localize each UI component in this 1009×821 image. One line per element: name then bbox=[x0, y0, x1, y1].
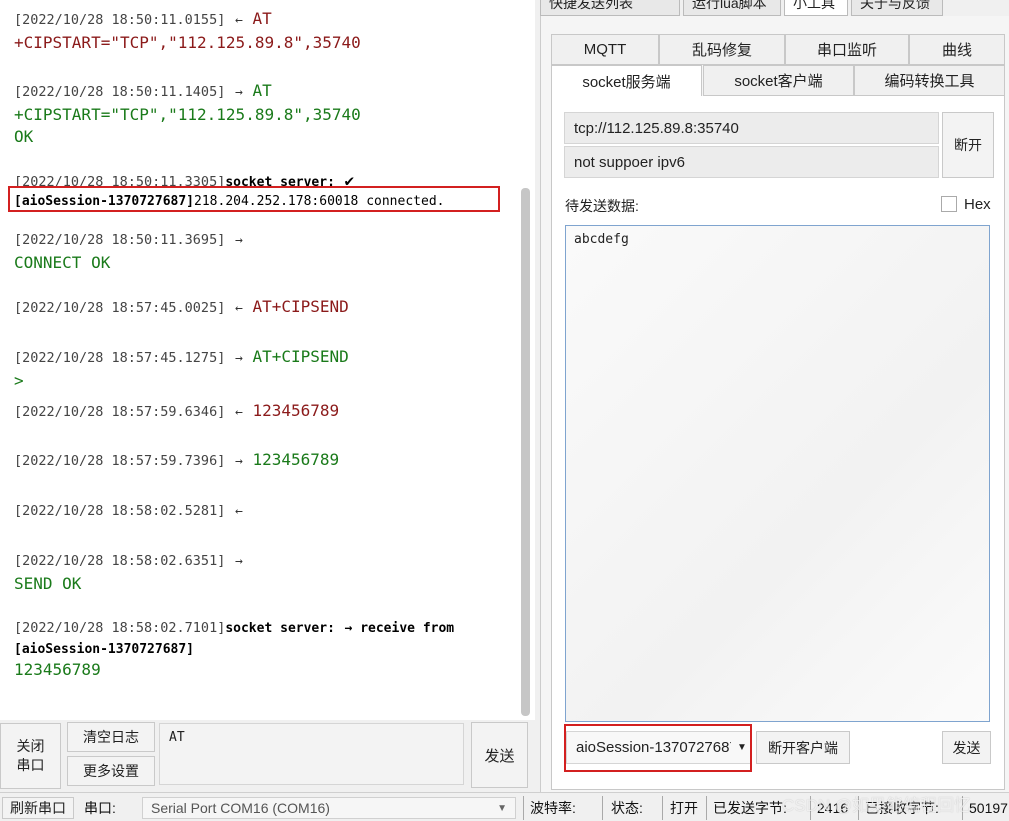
log-timestamp: [2022/10/28 18:58:02.5281] bbox=[14, 503, 226, 519]
close-port-button[interactable]: 关闭 串口 bbox=[0, 723, 61, 789]
state-value: 打开 bbox=[670, 800, 698, 816]
log-timestamp: [2022/10/28 18:50:11.3695] bbox=[14, 232, 226, 248]
log-entry: [2022/10/28 18:58:02.7101]socket server:… bbox=[14, 617, 454, 681]
direction-icon: → bbox=[234, 85, 243, 100]
direction-icon: → bbox=[234, 454, 243, 469]
divider bbox=[706, 796, 707, 820]
watermark: CSDN @如果能编程回忆 bbox=[782, 796, 972, 815]
server-send-button[interactable]: 发送 bbox=[942, 731, 991, 764]
port-select-value: Serial Port COM16 (COM16) bbox=[151, 800, 330, 816]
log-timestamp: [2022/10/28 18:57:59.7396] bbox=[14, 453, 226, 469]
direction-icon: ← bbox=[234, 13, 243, 28]
server-address-field[interactable]: tcp://112.125.89.8:35740 bbox=[564, 112, 939, 144]
log-text: AT+CIPSEND bbox=[252, 297, 349, 316]
log-timestamp: [2022/10/28 18:57:59.6346] bbox=[14, 404, 226, 420]
log-text: AT bbox=[252, 81, 272, 100]
log-entry: [2022/10/28 18:57:45.0025] ← AT+CIPSEND bbox=[14, 296, 349, 320]
direction-icon: → bbox=[234, 351, 243, 366]
session-id: [aioSession-1370727687] bbox=[14, 642, 195, 657]
divider bbox=[523, 796, 524, 820]
refresh-port-button[interactable]: 刷新串口 bbox=[2, 797, 74, 819]
send-button[interactable]: 发送 bbox=[471, 722, 528, 788]
log-timestamp: [2022/10/28 18:57:45.1275] bbox=[14, 350, 226, 366]
receive-text: → receive from bbox=[344, 621, 455, 636]
more-settings-button[interactable]: 更多设置 bbox=[67, 756, 155, 786]
tab-tools[interactable]: 小工具 bbox=[784, 0, 848, 16]
divider bbox=[662, 796, 663, 820]
log-timestamp: [2022/10/28 18:58:02.6351] bbox=[14, 553, 226, 569]
tab-label: 小工具 bbox=[793, 0, 835, 11]
log-entry: [2022/10/28 18:57:59.6346] ← 123456789 bbox=[14, 400, 339, 424]
send-data-label: 待发送数据: bbox=[565, 198, 639, 214]
state-label: 状态: bbox=[611, 800, 643, 816]
log-text: SEND OK bbox=[14, 574, 82, 593]
log-entry: [2022/10/28 18:50:11.0155] ← AT +CIPSTAR… bbox=[14, 8, 361, 54]
log-entry: [2022/10/28 18:50:11.3695] → CONNECT OK bbox=[14, 228, 243, 274]
tab-mqtt[interactable]: MQTT bbox=[551, 34, 659, 65]
disconnect-button[interactable]: 断开 bbox=[942, 112, 994, 178]
log-text: AT bbox=[252, 9, 272, 28]
log-timestamp: [2022/10/28 18:57:45.0025] bbox=[14, 300, 226, 316]
port-label: 串口: bbox=[84, 800, 116, 816]
log-text: > bbox=[14, 371, 24, 390]
tab-quick-send[interactable]: 快捷发送列表 bbox=[540, 0, 680, 16]
hex-label: Hex bbox=[964, 196, 991, 213]
status-bar: 刷新串口 串口: Serial Port COM16 (COM16) ▼ 波特率… bbox=[0, 792, 1009, 821]
clear-log-button[interactable]: 清空日志 bbox=[67, 722, 155, 752]
log-text: +CIPSTART="TCP","112.125.89.8",35740 bbox=[14, 105, 361, 124]
tab-encoding-tool[interactable]: 编码转换工具 bbox=[854, 65, 1005, 96]
baud-label: 波特率: bbox=[530, 800, 576, 816]
tab-label: 快捷发送列表 bbox=[549, 0, 633, 11]
highlight-box bbox=[8, 186, 500, 212]
log-timestamp: [2022/10/28 18:50:11.0155] bbox=[14, 12, 226, 28]
direction-icon: → bbox=[234, 233, 243, 248]
port-select[interactable]: Serial Port COM16 (COM16) ▼ bbox=[142, 797, 516, 819]
hex-checkbox[interactable] bbox=[941, 196, 957, 212]
direction-icon: → bbox=[234, 554, 243, 569]
log-source: socket server: bbox=[225, 621, 335, 636]
chevron-down-icon: ▼ bbox=[497, 802, 507, 814]
log-text: 123456789 bbox=[14, 660, 101, 679]
log-text: OK bbox=[14, 127, 34, 146]
kick-client-button[interactable]: 断开客户端 bbox=[756, 731, 850, 764]
log-text: +CIPSTART="TCP","112.125.89.8",35740 bbox=[14, 33, 361, 52]
log-text: 123456789 bbox=[252, 450, 340, 469]
tab-socket-server[interactable]: socket服务端 bbox=[551, 65, 702, 96]
log-entry: [2022/10/28 18:57:45.1275] → AT+CIPSEND … bbox=[14, 346, 349, 392]
sent-label: 已发送字节: bbox=[713, 800, 787, 816]
tab-lua-script[interactable]: 运行lua脚本 bbox=[683, 0, 781, 16]
log-scrollbar[interactable] bbox=[521, 188, 530, 716]
log-entry: [2022/10/28 18:58:02.5281] ← bbox=[14, 499, 243, 523]
divider bbox=[602, 796, 603, 820]
log-timestamp: [2022/10/28 18:50:11.1405] bbox=[14, 84, 226, 100]
log-text: 123456789 bbox=[252, 401, 340, 420]
log-text: AT+CIPSEND bbox=[252, 347, 349, 366]
send-input[interactable]: AT bbox=[159, 723, 464, 785]
top-tab-strip: 快捷发送列表 运行lua脚本 小工具 关于与反馈 bbox=[540, 0, 1009, 16]
log-entry: [2022/10/28 18:58:02.6351] → SEND OK bbox=[14, 549, 243, 595]
send-data-textarea[interactable]: abcdefg bbox=[565, 225, 990, 722]
tab-garbled-fix[interactable]: 乱码修复 bbox=[659, 34, 785, 65]
direction-icon: ← bbox=[234, 504, 243, 519]
tab-about[interactable]: 关于与反馈 bbox=[851, 0, 943, 16]
bottom-controls: 关闭 串口 清空日志 更多设置 AT 发送 bbox=[0, 720, 540, 792]
log-timestamp: [2022/10/28 18:58:02.7101] bbox=[14, 620, 226, 636]
recv-value: 50197 bbox=[969, 800, 1008, 816]
ipv6-field[interactable]: not suppoer ipv6 bbox=[564, 146, 939, 178]
tab-label: 运行lua脚本 bbox=[692, 0, 767, 11]
tab-label: 关于与反馈 bbox=[860, 0, 930, 11]
log-entry: [2022/10/28 18:50:11.1405] → AT +CIPSTAR… bbox=[14, 80, 361, 148]
log-view[interactable]: [2022/10/28 18:50:11.0155] ← AT +CIPSTAR… bbox=[0, 0, 535, 720]
highlight-box bbox=[564, 724, 752, 772]
tab-port-monitor[interactable]: 串口监听 bbox=[785, 34, 909, 65]
log-text: CONNECT OK bbox=[14, 253, 111, 272]
tab-socket-client[interactable]: socket客户端 bbox=[703, 65, 854, 96]
log-entry: [2022/10/28 18:57:59.7396] → 123456789 bbox=[14, 449, 339, 473]
tab-curve[interactable]: 曲线 bbox=[909, 34, 1005, 65]
direction-icon: ← bbox=[234, 301, 243, 316]
direction-icon: ← bbox=[234, 405, 243, 420]
